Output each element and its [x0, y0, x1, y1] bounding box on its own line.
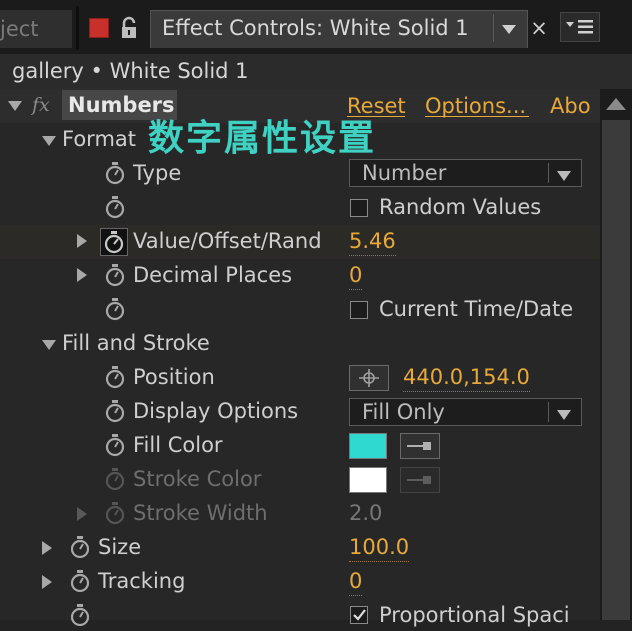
fx-toggle-icon[interactable]: fx	[32, 92, 60, 118]
tab-divider[interactable]	[76, 6, 79, 50]
current-time-label: Current Time/Date	[379, 297, 574, 321]
expand-triangle-icon[interactable]	[77, 234, 87, 248]
annotation-text: 数字属性设置	[148, 118, 377, 159]
dropdown-separator	[548, 402, 549, 422]
chevron-down-icon	[556, 167, 572, 186]
fill-stroke-group-label: Fill and Stroke	[62, 331, 210, 355]
stopwatch-icon[interactable]	[104, 195, 126, 219]
stopwatch-icon[interactable]	[104, 365, 126, 389]
format-collapse-triangle-icon[interactable]	[42, 136, 56, 146]
lock-icon[interactable]	[118, 16, 140, 40]
position-label: Position	[133, 365, 215, 389]
crosshair-icon[interactable]	[349, 365, 389, 391]
tab-effect-controls-label: Effect Controls: White Solid 1	[162, 16, 469, 40]
chevron-down-icon[interactable]	[497, 17, 521, 41]
tab-separator	[493, 14, 494, 42]
collapse-triangle-icon[interactable]	[8, 101, 22, 111]
scroll-up-arrow-icon[interactable]	[604, 96, 628, 116]
value-offset-value[interactable]: 5.46	[349, 227, 396, 256]
stopwatch-icon[interactable]	[69, 603, 91, 627]
display-options-dropdown-value: Fill Only	[362, 400, 445, 424]
stopwatch-icon[interactable]	[104, 297, 126, 321]
stroke-color-label: Stroke Color	[133, 467, 262, 491]
stopwatch-icon[interactable]	[104, 263, 126, 287]
stopwatch-icon[interactable]	[104, 399, 126, 423]
project-tab[interactable]: ject	[0, 10, 72, 48]
format-group-label: Format	[62, 127, 137, 151]
expand-triangle-icon[interactable]	[42, 575, 52, 589]
effect-name[interactable]: Numbers	[68, 91, 175, 119]
stopwatch-icon	[104, 501, 126, 525]
fill-color-label: Fill Color	[133, 433, 223, 457]
eyedropper-icon[interactable]	[400, 433, 440, 459]
stopwatch-active-icon[interactable]	[100, 228, 128, 256]
eyedropper-icon	[400, 467, 440, 493]
reset-underline	[347, 116, 405, 117]
stopwatch-icon[interactable]	[69, 535, 91, 559]
panel-menu-icon[interactable]	[560, 12, 600, 42]
random-values-label: Random Values	[379, 195, 542, 219]
panel-color-label-icon[interactable]	[89, 18, 109, 38]
proportional-spacing-checkbox[interactable]	[350, 606, 368, 624]
breadcrumb: gallery • White Solid 1	[12, 59, 249, 83]
proportional-spacing-label: Proportional Spaci	[379, 603, 570, 627]
options-underline	[425, 116, 529, 117]
value-offset-label: Value/Offset/Rand	[133, 229, 322, 253]
type-dropdown-value: Number	[362, 161, 447, 185]
stopwatch-icon	[104, 467, 126, 491]
expand-triangle-icon[interactable]	[42, 541, 52, 555]
type-label: Type	[133, 161, 182, 185]
expand-triangle-icon[interactable]	[77, 268, 87, 282]
size-label: Size	[98, 535, 142, 559]
size-value[interactable]: 100.0	[349, 533, 410, 562]
stroke-color-swatch	[349, 467, 387, 493]
project-tab-label: ject	[0, 17, 39, 41]
stopwatch-icon[interactable]	[69, 569, 91, 593]
dropdown-separator	[548, 163, 549, 183]
fill-stroke-collapse-triangle-icon[interactable]	[42, 340, 56, 350]
about-link[interactable]: Abo	[550, 92, 591, 120]
display-options-label: Display Options	[133, 399, 299, 423]
decimal-places-value[interactable]: 0	[349, 261, 363, 290]
stroke-width-value: 2.0	[349, 501, 383, 525]
stopwatch-icon[interactable]	[104, 433, 126, 457]
fill-color-swatch[interactable]	[349, 433, 387, 459]
decimal-places-label: Decimal Places	[133, 263, 293, 287]
expand-triangle-icon	[77, 507, 87, 521]
position-value[interactable]: 440.0,154.0	[403, 363, 530, 392]
current-time-checkbox[interactable]	[350, 301, 368, 319]
tracking-value[interactable]: 0	[349, 567, 363, 596]
close-icon[interactable]: ×	[529, 14, 549, 42]
chevron-down-icon	[556, 406, 572, 425]
stroke-width-label: Stroke Width	[133, 501, 268, 525]
scrollbar-thumb[interactable]	[602, 120, 630, 620]
stopwatch-icon[interactable]	[104, 161, 126, 185]
tracking-label: Tracking	[98, 569, 186, 593]
random-values-checkbox[interactable]	[350, 199, 368, 217]
